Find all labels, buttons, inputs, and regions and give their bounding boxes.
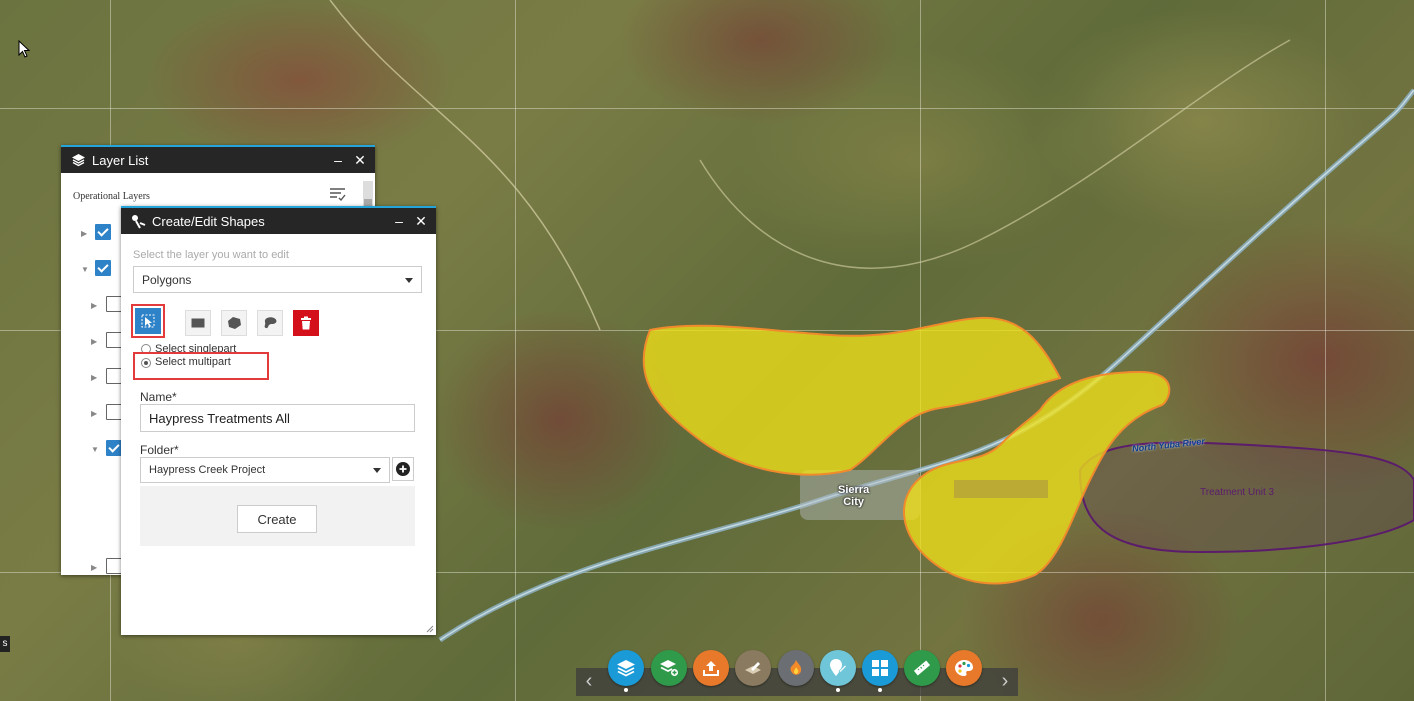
expand-arrow-icon[interactable]: ▶ bbox=[91, 563, 97, 572]
multipart-radio[interactable] bbox=[141, 358, 151, 368]
create-edit-shapes-panel: Create/Edit Shapes – ✕ Select the layer … bbox=[121, 206, 436, 635]
fire-icon bbox=[790, 660, 802, 675]
layers-widget-button[interactable] bbox=[608, 650, 644, 686]
layer-checkbox[interactable] bbox=[106, 368, 122, 384]
operational-layers-label: Operational Layers bbox=[73, 191, 150, 202]
layers-icon bbox=[70, 152, 86, 168]
create-edit-shapes-title: Create/Edit Shapes bbox=[152, 213, 265, 229]
layer-checkbox[interactable] bbox=[95, 224, 111, 240]
expand-arrow-icon[interactable]: ▶ bbox=[81, 229, 87, 238]
minimize-button[interactable]: – bbox=[388, 213, 410, 229]
chevron-down-icon bbox=[373, 468, 381, 473]
polygon-label-mask bbox=[954, 480, 1048, 498]
layer-list-header[interactable]: Layer List – ✕ bbox=[61, 145, 375, 173]
freehand-polygon-tool-button[interactable] bbox=[257, 310, 283, 336]
layer-prompt-label: Select the layer you want to edit bbox=[133, 249, 289, 261]
delete-icon bbox=[301, 316, 311, 330]
active-indicator bbox=[836, 688, 840, 692]
minimize-button[interactable]: – bbox=[327, 152, 349, 168]
left-edge-tab[interactable]: s bbox=[0, 636, 10, 652]
layer-checkbox[interactable] bbox=[106, 440, 122, 456]
palette-widget-button[interactable] bbox=[946, 650, 982, 686]
create-button[interactable]: Create bbox=[237, 505, 317, 533]
layer-checkbox[interactable] bbox=[106, 332, 122, 348]
layer-list-title: Layer List bbox=[92, 152, 149, 168]
expand-arrow-icon[interactable]: ▶ bbox=[91, 409, 97, 418]
edit-shapes-icon bbox=[130, 213, 146, 229]
layer-checkbox[interactable] bbox=[106, 558, 122, 574]
create-edit-shapes-widget-button[interactable] bbox=[820, 650, 856, 686]
upload-icon bbox=[703, 661, 719, 676]
measure-widget-button[interactable] bbox=[904, 650, 940, 686]
add-layer-widget-button[interactable] bbox=[651, 650, 687, 686]
freehand-polygon-icon bbox=[264, 317, 277, 329]
chevron-down-icon bbox=[405, 277, 413, 283]
name-label: Name* bbox=[140, 390, 177, 404]
collapse-arrow-icon[interactable]: ▼ bbox=[81, 265, 89, 274]
polygon-tool-button[interactable] bbox=[221, 310, 247, 336]
rectangle-tool-button[interactable] bbox=[185, 310, 211, 336]
layers-icon bbox=[617, 660, 635, 677]
fire-widget-button[interactable] bbox=[778, 650, 814, 686]
edit-widget-button[interactable] bbox=[735, 650, 771, 686]
layer-checkbox[interactable] bbox=[95, 260, 111, 276]
toolbar-next-button[interactable]: › bbox=[994, 670, 1016, 694]
folder-select[interactable]: Haypress Creek Project bbox=[140, 457, 390, 483]
polygon-icon bbox=[228, 317, 241, 329]
select-tool-button[interactable] bbox=[135, 308, 161, 334]
create-edit-shapes-header[interactable]: Create/Edit Shapes – ✕ bbox=[121, 206, 436, 234]
palette-icon bbox=[955, 660, 973, 676]
add-icon bbox=[396, 462, 410, 476]
collapse-arrow-icon[interactable]: ▼ bbox=[91, 445, 99, 454]
edit-icon bbox=[745, 662, 761, 674]
expand-arrow-icon[interactable]: ▶ bbox=[91, 373, 97, 382]
active-indicator bbox=[878, 688, 882, 692]
polygon-label: Treatment Unit 3 bbox=[1200, 487, 1275, 498]
layer-select-value: Polygons bbox=[142, 272, 192, 287]
delete-button[interactable] bbox=[293, 310, 319, 336]
grid-widget-button[interactable] bbox=[862, 650, 898, 686]
name-input[interactable] bbox=[140, 404, 415, 432]
rectangle-icon bbox=[191, 318, 205, 328]
layer-checkbox[interactable] bbox=[106, 296, 122, 312]
add-folder-button[interactable] bbox=[392, 457, 414, 481]
folder-label: Folder* bbox=[140, 443, 179, 457]
road-line bbox=[699, 39, 1291, 269]
close-button[interactable]: ✕ bbox=[410, 213, 432, 230]
layer-checkbox[interactable] bbox=[106, 404, 122, 420]
expand-arrow-icon[interactable]: ▶ bbox=[91, 337, 97, 346]
folder-select-value: Haypress Creek Project bbox=[149, 464, 266, 476]
measure-icon bbox=[913, 660, 931, 676]
resize-handle-icon[interactable] bbox=[426, 625, 434, 633]
layer-select[interactable]: Polygons bbox=[133, 266, 422, 293]
grid-icon bbox=[872, 660, 888, 676]
location-edit-icon bbox=[830, 659, 847, 676]
layer-options-icon[interactable] bbox=[329, 187, 347, 203]
upload-widget-button[interactable] bbox=[693, 650, 729, 686]
expand-arrow-icon[interactable]: ▶ bbox=[91, 301, 97, 310]
toolbar-prev-button[interactable]: ‹ bbox=[578, 670, 600, 694]
active-indicator bbox=[624, 688, 628, 692]
mouse-cursor-icon bbox=[18, 40, 30, 58]
add-layer-icon bbox=[660, 660, 678, 676]
select-tool-icon bbox=[141, 314, 155, 328]
close-button[interactable]: ✕ bbox=[349, 152, 371, 169]
multipart-label: Select multipart bbox=[155, 356, 231, 368]
place-label: Sierra City bbox=[838, 484, 870, 508]
